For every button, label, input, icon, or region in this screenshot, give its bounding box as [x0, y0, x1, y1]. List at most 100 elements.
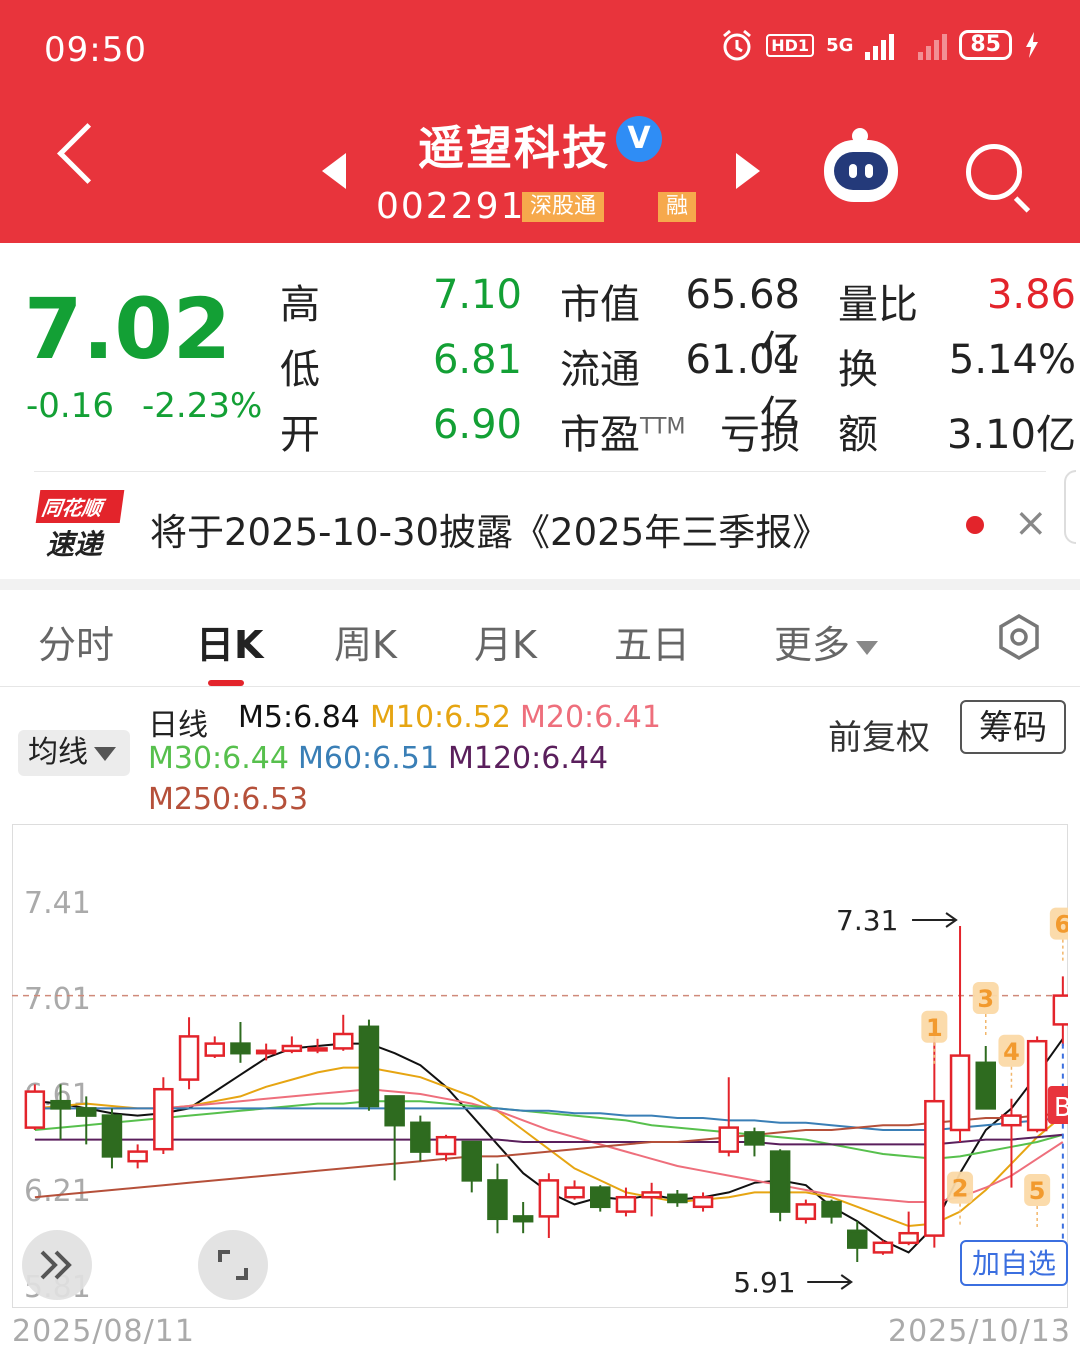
price-change-pct: -2.23%: [142, 386, 263, 426]
ma20-legend: M20:6.41: [520, 700, 661, 735]
buy-marker-label: B: [1054, 1093, 1068, 1123]
candle-body: [178, 1035, 200, 1081]
low-label: 低: [280, 347, 320, 393]
chevron-down-icon: [856, 640, 879, 655]
fullscreen-icon: [218, 1250, 248, 1280]
float-cap-label: 流通: [560, 347, 640, 393]
news-unread-dot: [966, 516, 984, 534]
signal-marker-label: 4: [1003, 1038, 1020, 1066]
tag-margin: 融: [658, 192, 697, 222]
signal-marker-label: 5: [1029, 1177, 1046, 1205]
candle-body: [461, 1140, 482, 1182]
ma-period-label: 日线: [148, 708, 208, 743]
close-icon[interactable]: ×: [1014, 500, 1048, 546]
candle-body: [872, 1241, 894, 1254]
app-header: 09:50 HD1 5G 85 遥望科技 V 002291 深股通 融: [0, 0, 1080, 243]
robot-assistant-icon[interactable]: [824, 128, 898, 202]
stock-code: 002291: [376, 186, 526, 227]
candle-body: [230, 1042, 251, 1055]
chart-end-date: 2025/10/13: [888, 1314, 1071, 1349]
pe-ttm-label: TTM: [640, 414, 686, 440]
news-logo-top: 同花顺: [35, 490, 125, 523]
chevron-down-icon: [94, 746, 116, 761]
add-to-watchlist-button[interactable]: 加自选: [960, 1240, 1068, 1286]
candle-body: [281, 1044, 303, 1053]
ma5-legend: M5:6.84: [238, 700, 360, 735]
price-change: -0.16: [26, 386, 114, 426]
high-annotation-label: 7.31: [836, 904, 898, 937]
amount-value: 3.10亿: [946, 412, 1076, 458]
news-logo: 同花顺 速递: [35, 490, 125, 562]
settings-icon[interactable]: [996, 614, 1042, 660]
news-logo-bottom: 速递: [46, 528, 103, 561]
next-stock-icon[interactable]: [736, 153, 760, 189]
candle-body: [307, 1047, 328, 1052]
candle-body: [435, 1135, 457, 1156]
low-annotation-label: 5.91: [733, 1266, 795, 1299]
candle-body: [538, 1179, 560, 1218]
signal-marker-label: 2: [952, 1175, 969, 1203]
tag-connect: 深股通: [522, 192, 605, 222]
candle-body: [692, 1195, 714, 1209]
ma10-legend: M10:6.52: [370, 700, 511, 735]
candle-body: [718, 1126, 739, 1153]
candle-body: [487, 1179, 508, 1221]
tab-intraday[interactable]: 分时: [38, 614, 114, 669]
candle-body: [564, 1186, 585, 1199]
candle-body: [1026, 1039, 1048, 1132]
signal-marker-label: 1: [926, 1014, 943, 1042]
panel-scroll-handle[interactable]: [1064, 470, 1076, 544]
tab-daily-k[interactable]: 日K: [196, 614, 263, 669]
ma60-legend: M60:6.51: [298, 741, 439, 776]
turnover-label: 换: [838, 347, 878, 393]
candle-body: [410, 1121, 431, 1153]
candle-body: [949, 1054, 971, 1132]
market-cap-label: 市值: [560, 282, 640, 328]
y-tick-label: 7.01: [24, 982, 91, 1017]
amount-label: 额: [838, 412, 878, 458]
tab-more[interactable]: 更多: [774, 614, 879, 669]
back-icon[interactable]: [57, 123, 118, 184]
network-label: 5G: [826, 34, 854, 56]
volume-ratio-label: 量比: [838, 282, 918, 328]
candle-body: [101, 1114, 123, 1158]
signal-icon: [865, 30, 895, 60]
open-label: 开: [280, 412, 320, 458]
tab-monthly-k[interactable]: 月K: [474, 614, 537, 669]
tab-weekly-k[interactable]: 周K: [334, 614, 397, 669]
kline-chart[interactable]: 7.417.016.616.215.817.315.91123456B: [12, 824, 1068, 1308]
candle-body: [358, 1025, 380, 1108]
high-label: 高: [280, 282, 320, 328]
candle-body: [384, 1095, 405, 1127]
prev-stock-icon[interactable]: [322, 153, 346, 189]
battery-icon: 85: [959, 30, 1012, 60]
candle-body: [1052, 994, 1068, 1026]
news-text[interactable]: 将于2025-10-30披露《2025年三季报》: [150, 502, 829, 556]
expand-button[interactable]: [22, 1230, 92, 1300]
candle-body: [821, 1200, 842, 1218]
candle-body: [667, 1193, 688, 1204]
signal-marker-label: 3: [977, 985, 994, 1013]
volume-ratio-value: 3.86: [986, 272, 1076, 318]
candle-body: [924, 1099, 945, 1237]
price-adjust-mode[interactable]: 前复权: [828, 710, 930, 759]
pe-label: 市盈TTM: [560, 412, 686, 458]
ma-selector[interactable]: 均线: [18, 730, 130, 776]
y-tick-label: 6.21: [24, 1174, 91, 1209]
hd-icon: HD1: [766, 33, 815, 57]
fullscreen-button[interactable]: [198, 1230, 268, 1300]
candle-body: [333, 1032, 354, 1050]
tab-five-day[interactable]: 五日: [614, 614, 690, 669]
ma120-legend: M120:6.44: [448, 741, 609, 776]
signal-marker-label: 6: [1054, 911, 1068, 939]
quote-divider: [34, 471, 1046, 472]
pe-value: 亏损: [720, 412, 800, 458]
candle-body: [127, 1150, 148, 1163]
period-tab-bar: [0, 590, 1080, 687]
search-icon[interactable]: [966, 144, 1022, 200]
current-price: 7.02: [24, 280, 232, 378]
chips-button[interactable]: 筹码: [960, 700, 1066, 754]
status-time: 09:50: [44, 30, 147, 70]
status-icons: HD1 5G 85: [720, 28, 1040, 62]
candle-body: [512, 1215, 534, 1223]
